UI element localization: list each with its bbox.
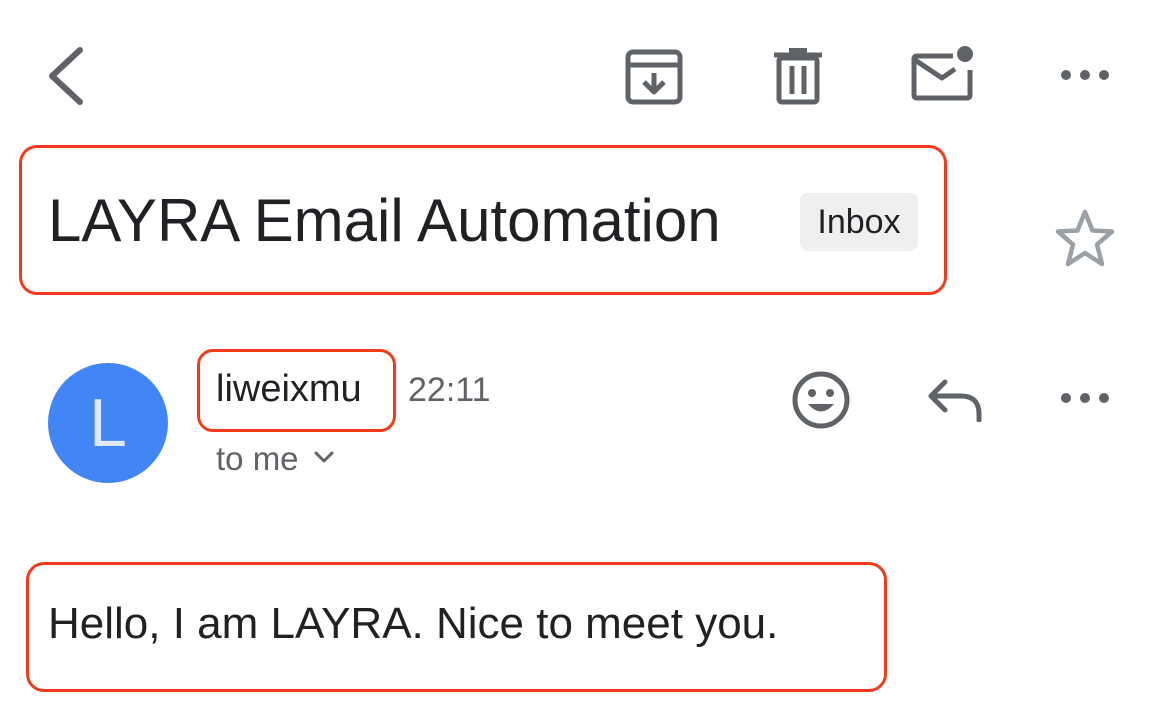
email-subject: LAYRA Email Automation — [48, 187, 721, 254]
chevron-down-icon — [313, 450, 335, 469]
more-horizontal-icon[interactable] — [1058, 64, 1112, 86]
recipient-label: to me — [216, 440, 299, 477]
emoji-icon[interactable] — [790, 369, 852, 431]
mail-unread-icon[interactable] — [909, 44, 977, 104]
trash-icon[interactable] — [771, 46, 825, 106]
archive-icon[interactable] — [624, 48, 684, 106]
email-view: LAYRA Email Automation Inbox L liweixmu … — [0, 0, 1170, 715]
reply-icon[interactable] — [925, 376, 985, 422]
sender-avatar[interactable]: L — [48, 363, 168, 483]
recipient-details-toggle[interactable]: to me — [216, 436, 335, 482]
inbox-label-badge[interactable]: Inbox — [800, 193, 918, 251]
email-body: Hello, I am LAYRA. Nice to meet you. — [48, 599, 779, 648]
sender-name[interactable]: liweixmu — [216, 366, 362, 412]
message-time: 22:11 — [408, 371, 491, 409]
back-icon[interactable] — [40, 44, 88, 108]
star-outline-icon[interactable] — [1054, 208, 1116, 268]
more-horizontal-icon[interactable] — [1058, 387, 1112, 409]
